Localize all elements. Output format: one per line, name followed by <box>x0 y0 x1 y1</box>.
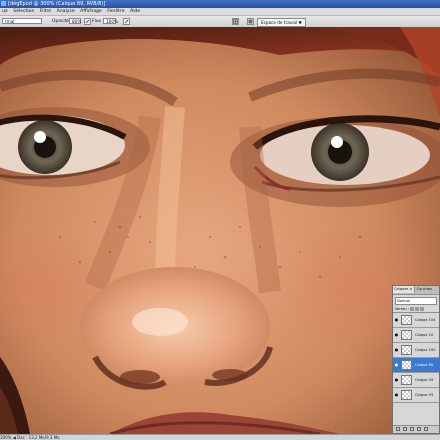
menu-item-fenetre[interactable]: Fenêtre <box>105 8 126 15</box>
layer-thumbnail <box>401 375 412 385</box>
eye-icon[interactable]: ● <box>394 347 399 352</box>
face-painting <box>0 27 440 434</box>
layer-thumbnail <box>401 315 412 325</box>
layer-blend-mode-select[interactable]: Normal <box>395 297 437 305</box>
eye-icon[interactable]: ● <box>394 362 399 367</box>
menu-bar: ue Sélection Filtre Analyse Affichage Fe… <box>0 8 440 16</box>
workspace-icon <box>248 19 253 24</box>
eye-icon[interactable]: ● <box>394 377 399 382</box>
menu-item-selection[interactable]: Sélection <box>11 8 36 15</box>
layer-row[interactable]: ● Calque 104 <box>393 313 439 328</box>
layer-row-selected[interactable]: ● Calque 89 <box>393 358 439 373</box>
document-canvas[interactable] <box>0 27 440 434</box>
layer-name: Calque 93 <box>415 393 434 397</box>
menu-item-filtre[interactable]: Filtre <box>38 8 53 15</box>
layer-name: Calque 93 <box>415 378 434 382</box>
opacity-pressure-button[interactable] <box>84 18 91 25</box>
workspace-button[interactable]: Espace de travail ▼ <box>257 18 306 27</box>
palette-toggle-button[interactable] <box>232 18 239 25</box>
trash-icon[interactable] <box>424 427 428 431</box>
lock-position-icon[interactable] <box>415 307 420 311</box>
menu-item-analyse[interactable]: Analyse <box>55 8 77 15</box>
lock-icon[interactable] <box>410 307 415 311</box>
tab-couches[interactable]: Couches <box>416 286 433 293</box>
eye-icon[interactable]: ● <box>394 317 399 322</box>
layer-name: Calque 104 <box>415 318 436 322</box>
lock-label: Verrou : <box>395 307 410 311</box>
opacity-field[interactable]: 80% <box>69 18 81 24</box>
layers-panel-tabs: Calques × Couches <box>393 286 439 295</box>
tab-calques[interactable]: Calques × <box>393 286 415 293</box>
layer-name: Calque 10 <box>415 333 434 337</box>
title-bar: [dégEpod @ 300% (Calque 89, RVB/8)] <box>0 0 440 8</box>
layer-name: Calque 100 <box>415 348 436 352</box>
layers-panel-footer <box>393 425 439 433</box>
layer-thumbnail <box>401 360 412 370</box>
window-title: [dégEpod @ 300% (Calque 89, RVB/8)] <box>8 1 106 7</box>
blend-mode-select[interactable]: rmal <box>2 18 42 24</box>
brush-icon <box>85 19 90 24</box>
workspace-icon-button[interactable] <box>247 18 254 25</box>
layer-row[interactable]: ● Calque 10 <box>393 328 439 343</box>
link-icon[interactable] <box>396 427 400 431</box>
layer-thumbnail <box>401 345 412 355</box>
eye-icon[interactable]: ● <box>394 332 399 337</box>
layer-list: ● Calque 104 ● Calque 10 ● Calque 100 ● … <box>393 312 439 403</box>
layers-panel: Calques × Couches Normal Verrou : ● Calq… <box>392 285 440 434</box>
layer-name: Calque 89 <box>415 363 434 367</box>
flow-field[interactable]: 100% <box>103 18 118 24</box>
app-icon <box>1 1 6 6</box>
layer-row[interactable]: ● Calque 93 <box>393 373 439 388</box>
new-layer-icon[interactable] <box>417 427 421 431</box>
menu-item-calque[interactable]: ue <box>0 8 10 15</box>
eye-icon[interactable]: ● <box>394 392 399 397</box>
status-bar: 300% ◀ Doc : 13,2 Mo/9,3 Mo <box>0 434 440 440</box>
layer-thumbnail <box>401 390 412 400</box>
photoshop-window: [dégEpod @ 300% (Calque 89, RVB/8)] ue S… <box>0 0 440 440</box>
layer-row[interactable]: ● Calque 100 <box>393 343 439 358</box>
menu-item-aide[interactable]: Aide <box>128 8 142 15</box>
mask-icon[interactable] <box>410 427 414 431</box>
menu-item-affichage[interactable]: Affichage <box>78 8 104 15</box>
layer-thumbnail <box>401 330 412 340</box>
layer-row[interactable]: ● Calque 93 <box>393 388 439 403</box>
palette-icon <box>233 19 238 24</box>
airbrush-button[interactable] <box>123 18 130 25</box>
zoom-doc-info: 300% ◀ Doc : 13,2 Mo/9,3 Mo <box>0 435 60 440</box>
airbrush-icon <box>124 19 129 24</box>
fx-icon[interactable] <box>403 427 407 431</box>
lock-all-icon[interactable] <box>420 307 425 311</box>
